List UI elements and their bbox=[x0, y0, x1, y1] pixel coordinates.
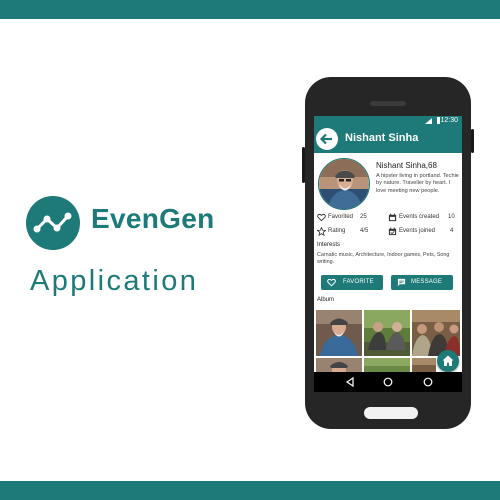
profile-avatar[interactable] bbox=[318, 158, 370, 210]
stat-label: Events joined bbox=[399, 228, 436, 234]
star-outline-icon bbox=[317, 227, 326, 236]
brand-subtitle: Application bbox=[30, 265, 199, 297]
stat-label: Favorited bbox=[328, 214, 354, 220]
calendar-check-icon bbox=[388, 227, 397, 236]
home-circle-icon[interactable] bbox=[382, 372, 394, 392]
interests-label: Interests bbox=[317, 242, 341, 248]
back-button[interactable] bbox=[316, 128, 338, 150]
avatar-photo bbox=[319, 159, 369, 209]
trend-line-icon bbox=[33, 212, 72, 233]
album-label: Album bbox=[317, 297, 335, 303]
stat-value: 25 bbox=[360, 214, 367, 220]
app-bar: Nishant Sinha bbox=[314, 126, 462, 153]
phone-home-button bbox=[364, 407, 418, 419]
stat-value: 4 bbox=[450, 228, 454, 234]
stat-value: 4/5 bbox=[360, 228, 369, 234]
phone-side-button bbox=[471, 129, 474, 153]
arrow-left-icon bbox=[319, 133, 332, 145]
profile-name: Nishant Sinha,68 bbox=[376, 161, 437, 170]
profile-bio: A hipster living in portland. Techie by … bbox=[376, 173, 459, 194]
back-triangle-icon[interactable] bbox=[344, 372, 356, 392]
album-photo-image bbox=[364, 358, 410, 372]
status-bar: 12:30 bbox=[314, 116, 462, 126]
brand-name: EvenGen bbox=[91, 203, 215, 234]
album-photo[interactable] bbox=[364, 310, 410, 356]
home-fab[interactable] bbox=[437, 350, 459, 372]
album-photo-image bbox=[412, 358, 436, 372]
favorite-button-label: FAVORITE bbox=[343, 279, 374, 285]
heart-outline-icon bbox=[327, 278, 336, 287]
phone-speaker bbox=[370, 101, 406, 106]
album-photo[interactable] bbox=[364, 358, 410, 372]
album-photo[interactable] bbox=[412, 358, 436, 372]
home-icon bbox=[442, 355, 454, 366]
calendar-icon bbox=[388, 213, 397, 222]
stat-value: 10 bbox=[448, 214, 455, 220]
app-bar-title: Nishant Sinha bbox=[345, 132, 419, 144]
phone-mockup: 12:30 Nishant Sinha Nishant Sinha,68 A h… bbox=[302, 77, 474, 429]
heart-outline-icon bbox=[317, 213, 326, 222]
app-screen: 12:30 Nishant Sinha Nishant Sinha,68 A h… bbox=[314, 116, 462, 392]
message-icon bbox=[397, 278, 406, 287]
message-button[interactable]: MESSAGE bbox=[391, 275, 453, 290]
phone-side-button bbox=[302, 147, 305, 183]
stat-label: Rating bbox=[328, 228, 346, 234]
album-photo[interactable] bbox=[316, 310, 362, 356]
stat-label: Events created bbox=[399, 214, 440, 220]
album-photo-image bbox=[316, 310, 362, 356]
signal-icon bbox=[425, 118, 432, 124]
favorite-button[interactable]: FAVORITE bbox=[321, 275, 383, 290]
album-photo-image bbox=[316, 358, 362, 372]
top-banner bbox=[0, 0, 500, 19]
evengen-logo bbox=[26, 196, 80, 250]
album-photo[interactable] bbox=[316, 358, 362, 372]
status-time: 12:30 bbox=[440, 117, 458, 124]
recents-circle-icon[interactable] bbox=[422, 372, 434, 392]
system-nav-bar bbox=[314, 372, 462, 392]
interests-text: Carnatic music, Architecture, Indoor gam… bbox=[317, 252, 450, 266]
album-photo-image bbox=[364, 310, 410, 356]
message-button-label: MESSAGE bbox=[411, 279, 443, 285]
bottom-banner bbox=[0, 481, 500, 500]
